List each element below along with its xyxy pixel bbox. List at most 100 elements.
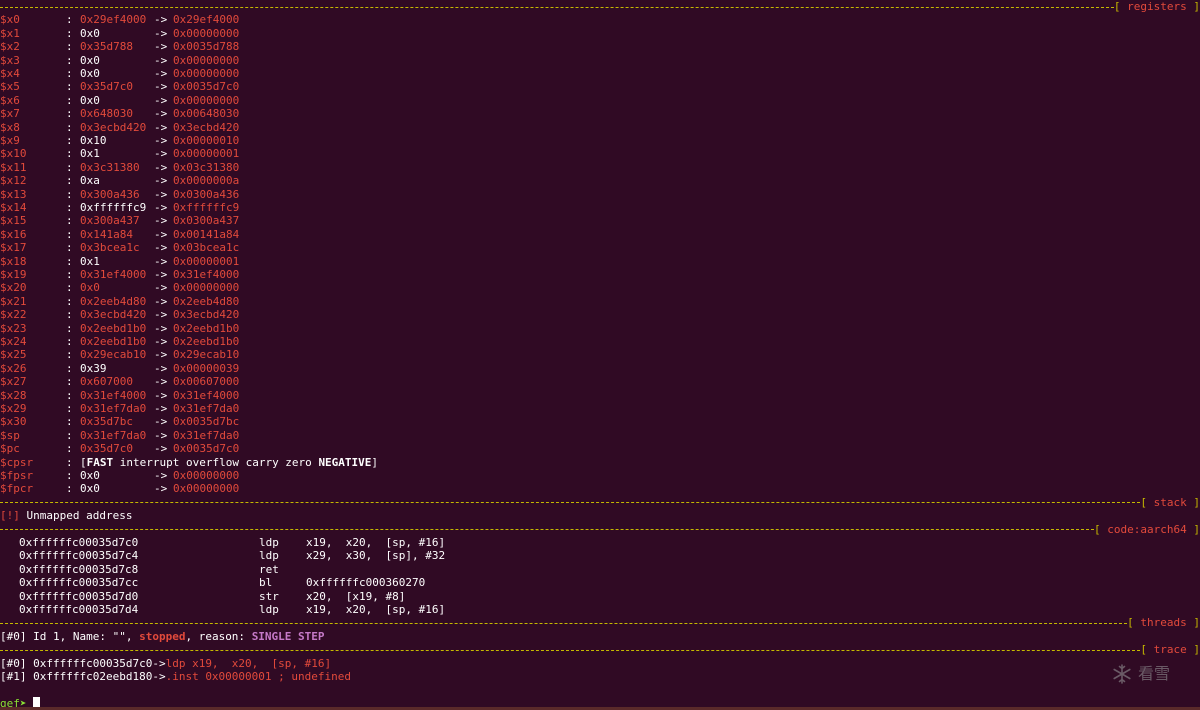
- register-deref: 0x31ef4000: [173, 268, 240, 281]
- stack-message: [!] Unmapped address: [0, 509, 132, 522]
- register-name: $x20: [0, 281, 27, 295]
- register-value: 0x1: [80, 147, 100, 161]
- register-row: $x5:0x35d7c0 -> 0x0035d7c0: [0, 80, 239, 93]
- code-mnemonic: bl: [259, 576, 273, 590]
- separator-dashes: [0, 623, 1128, 625]
- arrow: ->: [154, 134, 168, 147]
- arrow: ->: [154, 402, 168, 415]
- register-deref: 0x00000000: [173, 482, 240, 496]
- colon: :: [66, 160, 73, 174]
- register-deref: 0x0300a437: [173, 214, 240, 228]
- register-name: $x27: [0, 375, 27, 389]
- register-name: $x8: [0, 120, 20, 134]
- separator-dashes: [0, 502, 1141, 504]
- register-deref: 0x2eebd1b0: [173, 335, 240, 348]
- register-row: $x16:0x141a84 -> 0x00141a84: [0, 228, 239, 241]
- trace-instruction: ldp x19, x20, [sp, #16]: [165, 656, 332, 670]
- code-mnemonic: ldp: [259, 549, 279, 563]
- register-row: $sp:0x31ef7da0 -> 0x31ef7da0: [0, 429, 239, 442]
- arrow: ->: [154, 93, 168, 107]
- colon: :: [66, 375, 73, 389]
- colon: :: [66, 80, 73, 94]
- register-value: 0x29ef4000: [80, 13, 147, 27]
- code-address: 0xffffffc00035d7d0: [19, 589, 139, 603]
- colon: :: [66, 93, 73, 107]
- register-value: 0x29ecab10: [80, 348, 147, 362]
- register-deref: 0x31ef7da0: [173, 428, 240, 442]
- section-title: [ trace ]: [1140, 643, 1200, 657]
- register-row: $x8:0x3ecbd420 -> 0x3ecbd420: [0, 121, 239, 134]
- terminal-window[interactable]: [ registers ] $x0:0x29ef4000 -> 0x29ef4000 $…: [0, 0, 1200, 710]
- code-mnemonic: ldp: [259, 603, 279, 616]
- register-deref: 0x0035d7bc: [173, 415, 240, 429]
- register-row: $x2:0x35d788 -> 0x0035d788: [0, 40, 239, 53]
- separator-dashes: [0, 6, 1114, 8]
- register-deref: 0x03c31380: [173, 160, 240, 174]
- colon: :: [66, 241, 73, 255]
- colon: :: [66, 67, 73, 80]
- code-mnemonic: str: [259, 589, 279, 603]
- code-line: 0xffffffc00035d7c0 ldp x19, x20, [sp, #16]: [0, 536, 445, 549]
- register-deref: 0x3ecbd420: [173, 120, 240, 134]
- separator-code: [ code:aarch64 ]: [0, 523, 1200, 536]
- register-row: $x30:0x35d7bc -> 0x0035d7bc: [0, 415, 239, 428]
- colon: :: [66, 227, 73, 241]
- register-row: $x12:0xa -> 0x0000000a: [0, 174, 239, 187]
- section-title-text: code:aarch64: [1107, 522, 1187, 536]
- register-value: 0x31ef7da0: [80, 428, 147, 442]
- colon: :: [66, 53, 73, 67]
- separator-threads: [ threads ]: [0, 616, 1200, 629]
- register-value: 0x607000: [80, 375, 133, 389]
- register-deref: 0x00000010: [173, 134, 240, 147]
- register-name: $x10: [0, 147, 27, 161]
- colon: :: [66, 134, 73, 147]
- arrow: ->: [154, 348, 168, 362]
- thread-status: stopped: [139, 629, 186, 643]
- register-value: 0x300a437: [80, 214, 140, 228]
- register-deref: 0xffffffc9: [173, 201, 240, 214]
- register-deref: 0x2eeb4d80: [173, 294, 240, 308]
- arrow: ->: [154, 160, 168, 174]
- register-row: $x15:0x300a437 -> 0x0300a437: [0, 214, 239, 227]
- register-row: $x4:0x0 -> 0x00000000: [0, 67, 239, 80]
- register-row: $x9:0x10 -> 0x00000010: [0, 134, 239, 147]
- cpsr-flag-fast: FAST: [86, 455, 114, 469]
- thread-reason: SINGLE STEP: [251, 629, 325, 643]
- register-name: $x17: [0, 241, 27, 255]
- register-name: $x12: [0, 174, 27, 188]
- register-deref: 0x0035d7c0: [173, 80, 240, 94]
- register-name: $x14: [0, 201, 27, 214]
- arrow: ->: [154, 174, 168, 188]
- colon: :: [66, 428, 73, 442]
- arrow: ->: [154, 361, 168, 375]
- register-name: $x21: [0, 294, 27, 308]
- arrow: ->: [154, 201, 168, 214]
- code-address: 0xffffffc00035d7c0: [19, 536, 139, 549]
- code-line: 0xffffffc00035d7c8 ret: [0, 563, 306, 576]
- arrow: ->: [154, 53, 168, 67]
- colon: :: [66, 268, 73, 281]
- colon: :: [66, 402, 73, 415]
- register-name: $x19: [0, 268, 27, 281]
- register-value: 0x1: [80, 254, 100, 268]
- register-value: 0x0: [80, 281, 100, 295]
- code-mnemonic: ret: [259, 562, 279, 576]
- thread-info-reason-label: , reason:: [185, 629, 252, 643]
- register-deref: 0x29ef4000: [173, 13, 240, 27]
- register-name: $sp: [0, 428, 20, 442]
- code-operands: x20, [x19, #8]: [306, 589, 406, 603]
- register-value: 0x10: [80, 134, 107, 147]
- thread-index: [#0]: [0, 629, 27, 643]
- register-row: $x23:0x2eebd1b0 -> 0x2eebd1b0: [0, 322, 239, 335]
- register-value: 0x3c31380: [80, 160, 140, 174]
- colon: :: [66, 187, 73, 201]
- register-name: $x7: [0, 107, 20, 121]
- colon: :: [66, 13, 73, 27]
- register-value: 0x0: [80, 26, 100, 40]
- code-line: 0xffffffc00035d7cc bl 0xffffffc000360270: [0, 576, 425, 589]
- register-deref: 0x00000001: [173, 254, 240, 268]
- arrow: ->: [154, 335, 168, 348]
- register-value: 0x35d7c0: [80, 80, 133, 94]
- section-title-text: stack: [1153, 495, 1187, 509]
- colon: :: [66, 442, 73, 456]
